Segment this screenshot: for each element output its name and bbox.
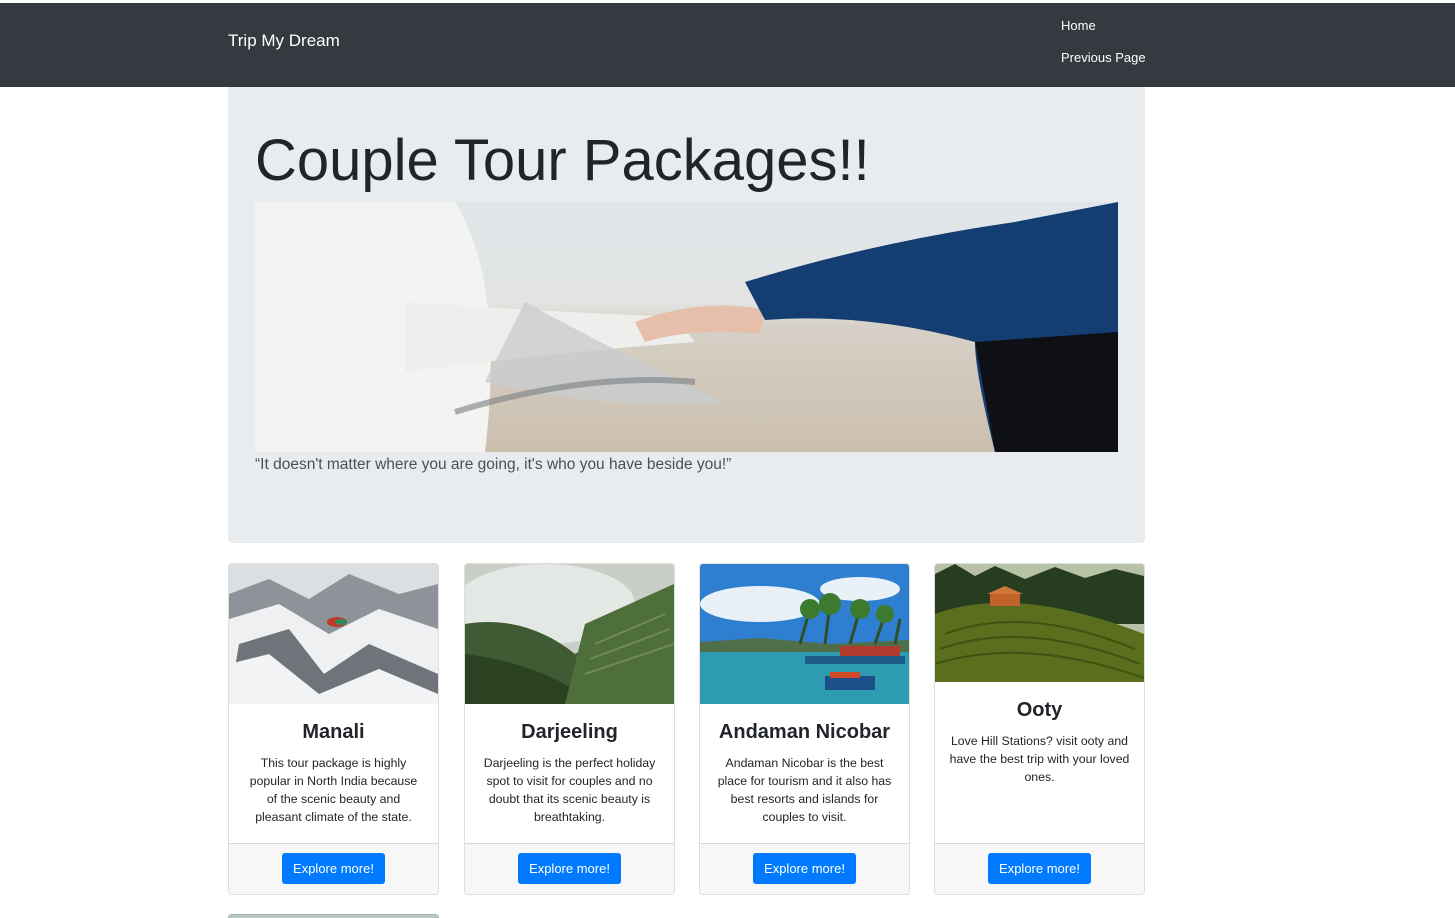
explore-more-button-ooty[interactable]: Explore more! (988, 853, 1091, 884)
card-text-andaman-nicobar: Andaman Nicobar is the best place for to… (717, 756, 892, 824)
explore-more-button-darjeeling[interactable]: Explore more! (518, 853, 621, 884)
card-manali: Manali This tour package is highly popul… (228, 563, 439, 895)
card-footer-manali: Explore more! (229, 843, 438, 894)
card-title-andaman-nicobar: Andaman Nicobar (718, 721, 891, 743)
card-image-manali (229, 564, 438, 704)
jumbotron: Couple Tour Packages!! “It doesn't matte… (228, 87, 1145, 543)
card-image-andaman-nicobar (700, 564, 909, 704)
navbar: Trip My Dream Home Previous Page (0, 3, 1455, 87)
explore-more-button-andaman-nicobar[interactable]: Explore more! (753, 853, 856, 884)
quote-text: “It doesn't matter where you are going, … (255, 456, 732, 473)
explore-more-button-manali[interactable]: Explore more! (282, 853, 385, 884)
card-text-manali: This tour package is highly popular in N… (249, 756, 418, 824)
card-text-ooty: Love Hill Stations? visit ooty and have … (949, 734, 1130, 784)
card-footer-andaman-nicobar: Explore more! (700, 843, 909, 894)
nav-previous-page-link[interactable]: Previous Page (1061, 50, 1146, 65)
nav-home-link[interactable]: Home (1061, 18, 1096, 33)
card-footer-ooty: Explore more! (935, 843, 1144, 894)
card-footer-darjeeling: Explore more! (465, 843, 674, 894)
card-text-darjeeling: Darjeeling is the perfect holiday spot t… (483, 756, 656, 824)
hero-image (255, 202, 1118, 452)
card-image-darjeeling (465, 564, 674, 704)
card-title-ooty: Ooty (1016, 699, 1063, 721)
next-card-peek (228, 914, 439, 918)
card-andaman-nicobar: Andaman Nicobar Andaman Nicobar is the b… (699, 563, 910, 895)
card-image-ooty (935, 564, 1144, 682)
card-ooty: Ooty Love Hill Stations? visit ooty and … (934, 563, 1145, 895)
card-darjeeling: Darjeeling Darjeeling is the perfect hol… (464, 563, 675, 895)
card-title-darjeeling: Darjeeling (521, 721, 618, 743)
card-title-manali: Manali (302, 721, 365, 743)
brand-link[interactable]: Trip My Dream (228, 31, 340, 51)
page-title: Couple Tour Packages!! (255, 128, 870, 193)
